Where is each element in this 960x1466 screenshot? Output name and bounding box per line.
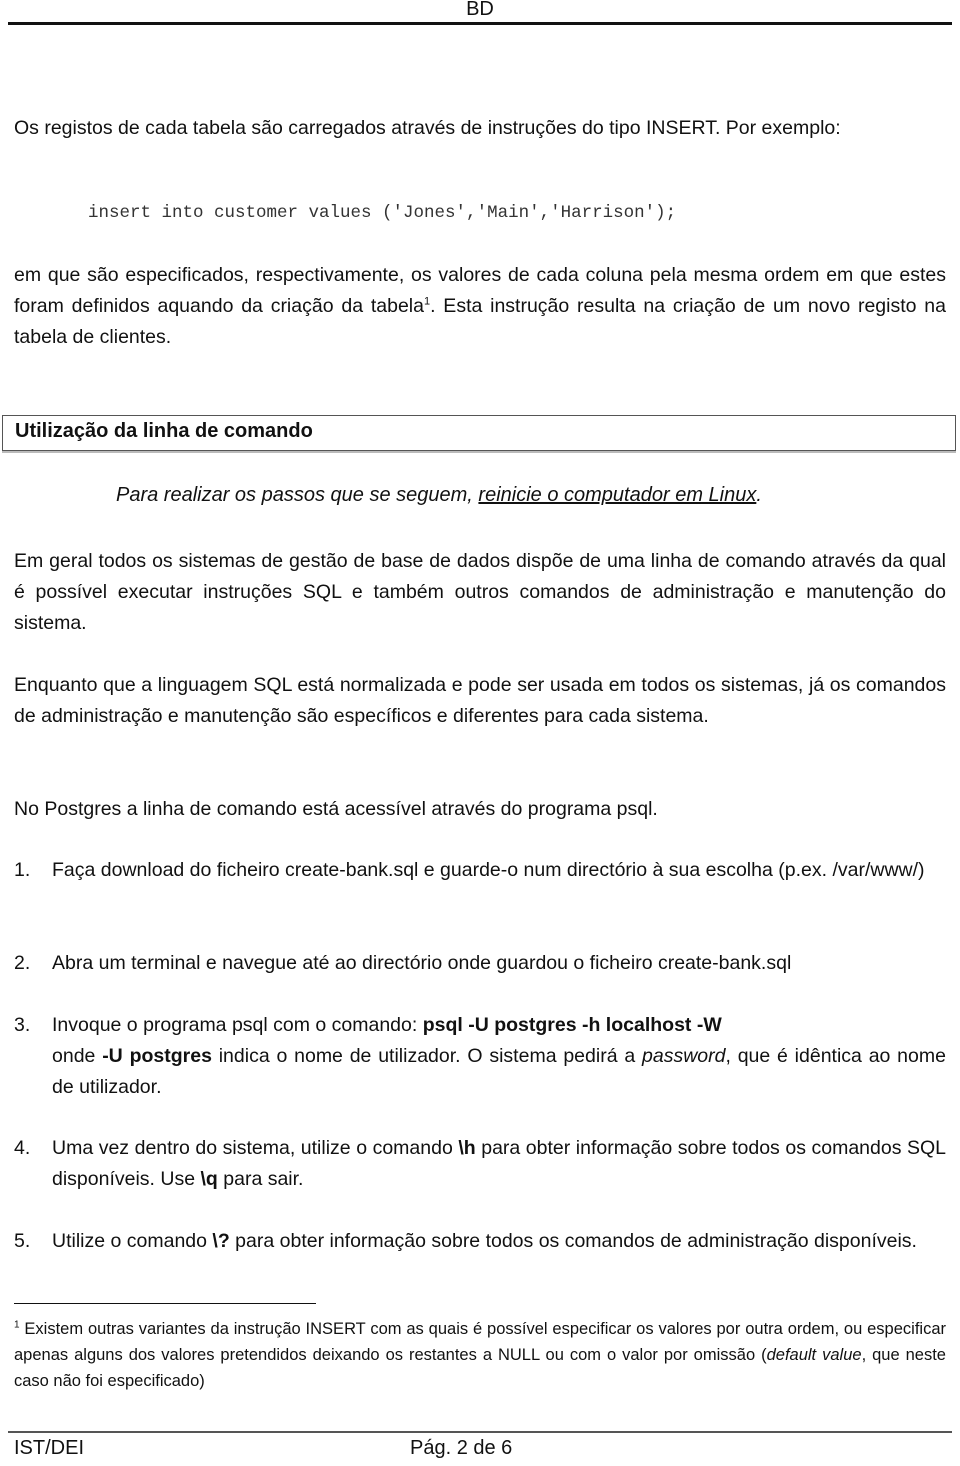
note-suffix: . [756, 484, 762, 506]
body-paragraph-3: No Postgres a linha de comando está aces… [14, 798, 658, 820]
section-title: Utilização da linha de comando [15, 420, 313, 442]
explanation-paragraph: em que são especificados, respectivament… [14, 260, 946, 353]
command-text: \? [212, 1230, 230, 1252]
command-text: -U postgres [102, 1045, 212, 1067]
step-text-part: onde [52, 1045, 103, 1067]
page-number: Pág. 2 de 6 [410, 1437, 513, 1459]
step-number: 3. [14, 1014, 31, 1036]
footnote-separator [14, 1303, 316, 1304]
step-text: Invoque o programa psql com o comando: p… [52, 1010, 946, 1041]
footnote: 1 Existem outras variantes da instrução … [14, 1316, 946, 1394]
note-underlined: reinicie o computador em Linux [478, 484, 757, 506]
command-text: \q [200, 1168, 218, 1190]
step-item: 2. Abra um terminal e navegue até ao dir… [14, 948, 946, 979]
step-text-part: indica o nome de utilizador. O sistema p… [211, 1045, 642, 1067]
section-heading-box: Utilização da linha de comando [2, 415, 956, 451]
step-text: Uma vez dentro do sistema, utilize o com… [52, 1133, 946, 1195]
step-text: Utilize o comando \? para obter informaç… [52, 1226, 946, 1257]
step-number: 4. [14, 1137, 31, 1159]
step-item: 3. Invoque o programa psql com o comando… [14, 1010, 946, 1103]
step-text-line2: onde -U postgres indica o nome de utiliz… [52, 1041, 946, 1103]
footnote-italic: default value [766, 1346, 862, 1364]
step-item: 1. Faça download do ficheiro create-bank… [14, 855, 946, 886]
step-item: 5. Utilize o comando \? para obter infor… [14, 1226, 946, 1257]
code-example: insert into customer values ('Jones','Ma… [88, 203, 677, 223]
instruction-note: Para realizar os passos que se seguem, r… [116, 484, 762, 507]
body-paragraph-2: Enquanto que a linguagem SQL está normal… [14, 674, 946, 727]
header-divider [8, 22, 952, 25]
note-prefix: Para realizar os passos que se seguem, [116, 484, 479, 506]
footer-institution: IST/DEI [14, 1437, 85, 1459]
step-item: 4. Uma vez dentro do sistema, utilize o … [14, 1133, 946, 1195]
step-text: Abra um terminal e navegue até ao direct… [52, 952, 792, 974]
step-number: 2. [14, 952, 31, 974]
footer-divider [8, 1431, 952, 1433]
step-text-part: para obter informação sobre todos os com… [229, 1230, 917, 1252]
step-text-part: Uma vez dentro do sistema, utilize o com… [52, 1137, 459, 1159]
step-text: Faça download do ficheiro create-bank.sq… [52, 859, 925, 881]
step-number: 1. [14, 859, 31, 881]
italic-term: password [642, 1045, 726, 1067]
step-text-part: Utilize o comando [52, 1230, 213, 1252]
step-number: 5. [14, 1230, 31, 1252]
intro-paragraph: Os registos de cada tabela são carregado… [14, 117, 841, 139]
step-text-part: para sair. [217, 1168, 304, 1190]
command-text: \h [458, 1137, 476, 1159]
command-text: psql -U postgres -h localhost -W [422, 1014, 722, 1036]
page-header-title: BD [466, 0, 494, 20]
body-paragraph-1: Em geral todos os sistemas de gestão de … [14, 550, 946, 634]
step-text-part: Invoque o programa psql com o comando: [52, 1014, 423, 1036]
